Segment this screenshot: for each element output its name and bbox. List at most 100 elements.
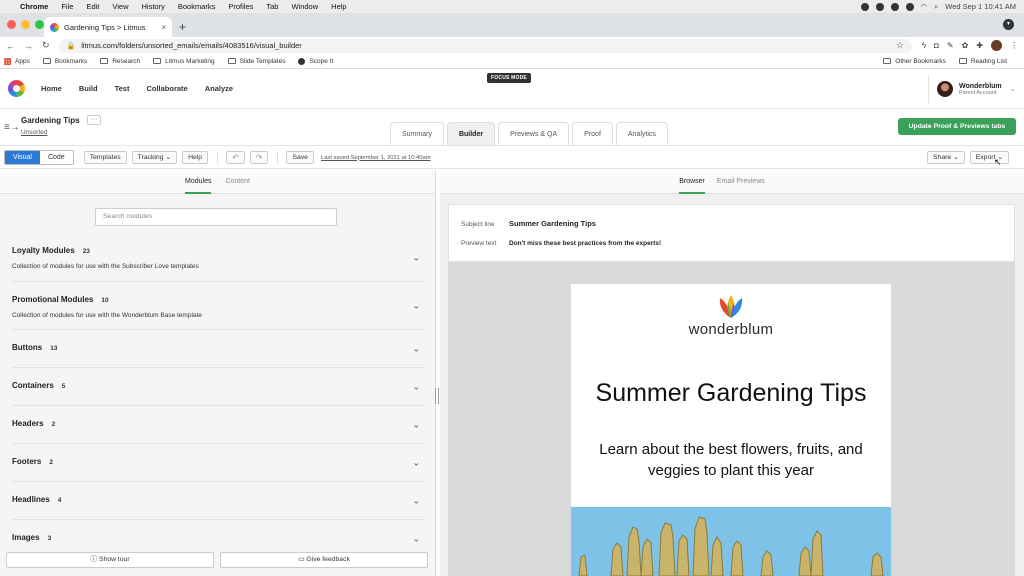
profile-avatar[interactable] [991,40,1002,51]
extension-icon[interactable]: ✿ [962,41,969,50]
more-options-button[interactable]: ··· [87,115,101,125]
tab-content[interactable]: Content [225,178,250,194]
bookmark-research[interactable]: Research [100,58,140,65]
menu-file[interactable]: File [61,2,73,11]
tab-previews-qa[interactable]: Previews & QA [498,122,570,145]
chevron-down-icon[interactable]: ⌄ [412,534,420,545]
bookmark-other[interactable]: Other Bookmarks [883,58,946,65]
nav-home[interactable]: Home [41,84,62,93]
tab-analytics[interactable]: Analytics [615,122,668,145]
chevron-down-icon[interactable]: ⌄ [412,343,420,354]
bookmark-slide-templates[interactable]: Slide Templates [227,58,285,65]
nav-build[interactable]: Build [79,84,98,93]
chevron-down-icon[interactable]: ⌄ [412,419,420,430]
tab-email-previews[interactable]: Email Previews [717,178,765,194]
wifi-icon[interactable]: ◠ [921,2,928,11]
preview-text-value[interactable]: Don't miss these best practices from the… [509,240,661,247]
search-modules-input[interactable]: Search modules [95,208,337,226]
browser-tab[interactable]: Gardening Tips > Litmus × [44,17,172,37]
nav-test[interactable]: Test [115,84,130,93]
project-title[interactable]: Gardening Tips [21,116,80,125]
undo-icon[interactable]: ↶ [226,151,245,164]
tab-summary[interactable]: Summary [390,122,444,145]
bookmark-litmus-marketing[interactable]: Litmus Marketing [153,58,215,65]
menu-help[interactable]: Help [331,2,346,11]
minimize-window-icon[interactable] [21,20,30,29]
bookmark-bookmarks[interactable]: Bookmarks [42,58,87,65]
menu-window[interactable]: Window [291,2,318,11]
last-saved-link[interactable]: Last saved September 1, 2021 at 10:40am [321,155,431,161]
share-button[interactable]: Share ⌄ [927,151,965,164]
new-tab-icon[interactable]: + [179,20,186,34]
chevron-down-icon[interactable]: ⌄ [412,381,420,392]
chevron-down-icon[interactable]: ⌄ [412,300,420,311]
redo-icon[interactable]: ↷ [249,151,269,164]
clock[interactable]: Wed Sep 1 10:41 AM [945,2,1016,11]
tab-browser[interactable]: Browser [679,178,705,194]
bookmark-reading-list[interactable]: Reading List [958,58,1007,65]
email-body[interactable]: wonderblum Summer Gardening Tips Learn a… [571,284,891,576]
export-button[interactable]: Export ⌄ [969,151,1009,164]
email-headline[interactable]: Summer Gardening Tips [571,379,891,408]
templates-button[interactable]: Templates [83,151,127,164]
back-icon[interactable]: ← [6,41,15,51]
tracking-button[interactable]: Tracking ⌄ [131,151,178,164]
status-icon[interactable] [905,2,914,11]
chevron-down-icon[interactable]: ⌄ [412,495,420,506]
bookmark-star-icon[interactable]: ☆ [896,40,904,51]
tab-builder[interactable]: Builder [446,122,496,145]
module-category[interactable]: Headers 2 ⌄ [12,406,424,444]
menu-bookmarks[interactable]: Bookmarks [178,2,216,11]
menu-view[interactable]: View [112,2,128,11]
show-tour-button[interactable]: ⓘ Show tour [6,552,214,568]
menu-profiles[interactable]: Profiles [228,2,253,11]
lock-icon[interactable]: 🔒 [67,42,76,50]
nav-analyze[interactable]: Analyze [205,84,233,93]
save-button[interactable]: Save [286,151,314,164]
menu-tab[interactable]: Tab [266,2,278,11]
bookmark-scope-it[interactable]: Scope It [298,57,333,65]
account-switcher[interactable]: Wonderblum Parent Account ⌄ [928,75,1024,103]
module-category[interactable]: Headlines 4 ⌄ [12,482,424,520]
url-field[interactable]: 🔒 litmus.com/folders/unsorted_emails/ema… [58,38,912,53]
panel-resize-handle[interactable] [435,388,439,404]
nav-collaborate[interactable]: Collaborate [146,84,187,93]
forward-icon[interactable]: → [24,41,33,51]
puzzle-icon[interactable]: ✚ [976,41,983,50]
module-category[interactable]: Containers 5 ⌄ [12,368,424,406]
close-tab-icon[interactable]: × [161,23,166,32]
zoom-window-icon[interactable] [35,20,44,29]
chevron-down-icon[interactable]: ⌄ [412,457,420,468]
search-icon[interactable]: ⌕ [934,2,938,12]
module-category[interactable]: Promotional Modules 10 Collection of modu… [12,282,424,330]
update-proof-previews-button[interactable]: Update Proof & Previews tabs [898,118,1016,135]
reload-icon[interactable]: ↻ [42,40,50,51]
menu-edit[interactable]: Edit [86,2,99,11]
module-category[interactable]: Buttons 13 ⌄ [12,330,424,368]
give-feedback-button[interactable]: ▭ Give feedback [220,552,428,568]
menu-chrome[interactable]: Chrome [20,2,48,11]
menu-history[interactable]: History [142,2,165,11]
litmus-logo-icon[interactable] [8,80,25,97]
status-icon[interactable] [875,2,884,11]
chevron-down-icon[interactable]: ⌄ [412,252,420,263]
email-subheadline[interactable]: Learn about the best flowers, fruits, an… [571,439,891,481]
code-mode-button[interactable]: Code [40,151,73,164]
eyedropper-icon[interactable]: ✎ [947,41,954,50]
email-hero-image[interactable] [571,507,891,576]
subject-line-value[interactable]: Summer Gardening Tips [509,219,596,228]
tab-proof[interactable]: Proof [572,122,613,145]
extension-icon[interactable]: ϟ [922,41,926,50]
bookmark-apps[interactable]: Apps [4,57,30,65]
status-icon[interactable] [860,2,869,11]
module-category[interactable]: Footers 2 ⌄ [12,444,424,482]
menu-arrow-icon[interactable]: ≡→ [4,122,20,133]
kebab-menu-icon[interactable]: ⋮ [1010,41,1018,50]
project-folder-link[interactable]: Unsorted [21,129,47,136]
module-category[interactable]: Loyalty Modules 23 Collection of modules … [12,234,424,282]
tab-modules[interactable]: Modules [185,178,212,194]
status-icon[interactable] [890,2,899,11]
tab-search-icon[interactable]: ▾ [1003,19,1014,30]
close-window-icon[interactable] [7,20,16,29]
visual-mode-button[interactable]: Visual [5,151,40,164]
